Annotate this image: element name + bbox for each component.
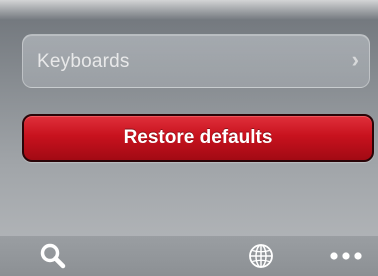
- settings-screen: Keyboards › Restore defaults: [0, 0, 378, 276]
- more-icon: [330, 252, 362, 260]
- keyboards-label: Keyboards: [37, 51, 130, 72]
- keyboards-row[interactable]: Keyboards ›: [22, 34, 370, 88]
- search-button[interactable]: [36, 236, 70, 276]
- globe-icon: [249, 244, 273, 268]
- chevron-right-icon: ›: [351, 47, 359, 72]
- bottom-toolbar: [0, 236, 378, 276]
- top-fade: [0, 0, 378, 20]
- restore-defaults-label: Restore defaults: [123, 127, 273, 148]
- more-button[interactable]: [326, 236, 366, 276]
- search-icon: [40, 243, 66, 269]
- globe-button[interactable]: [244, 236, 278, 276]
- restore-defaults-button[interactable]: Restore defaults: [22, 114, 374, 162]
